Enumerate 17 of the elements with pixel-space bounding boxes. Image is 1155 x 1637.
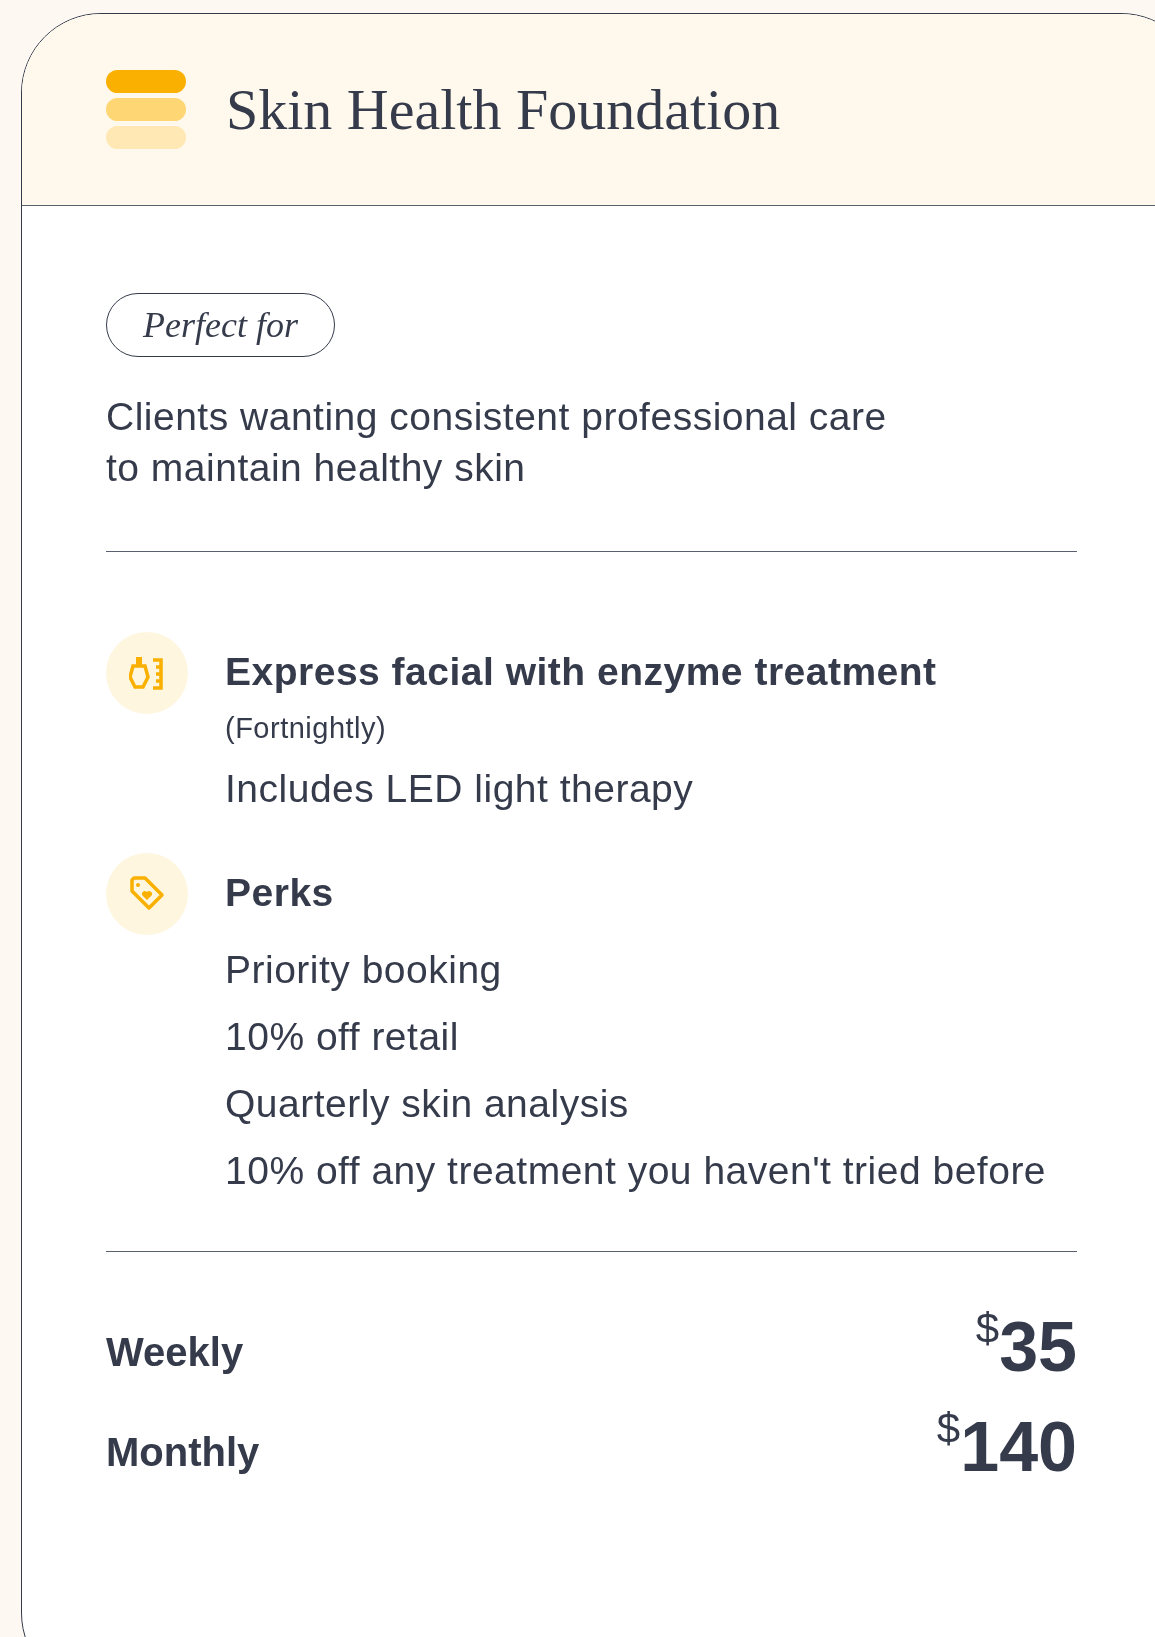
feature-frequency: (Fortnightly) [225,711,388,746]
feature-item: 10% off any treatment you haven't tried before [225,1148,1047,1194]
feature-item: Includes LED light therapy [225,766,695,812]
period-label: Weekly [106,1329,244,1376]
plan-title: Skin Health Foundation [226,80,781,139]
price: $140 [936,1412,1077,1482]
stacked-bars-icon [106,69,186,150]
feature-title: Express facial with enzyme treatment [225,649,937,695]
bottle-and-comb-icon [129,656,165,690]
price: $35 [975,1312,1077,1382]
feature-item: 10% off retail [225,1014,460,1060]
feature-item: Quarterly skin analysis [225,1081,630,1127]
audience-description: Clients wanting consistent professional care to maintain healthy skin [106,394,888,491]
feature-item: Priority booking [225,947,503,993]
feature-title: Perks [225,870,335,916]
tag-with-heart-icon [129,876,165,912]
period-label: Monthly [106,1429,260,1476]
